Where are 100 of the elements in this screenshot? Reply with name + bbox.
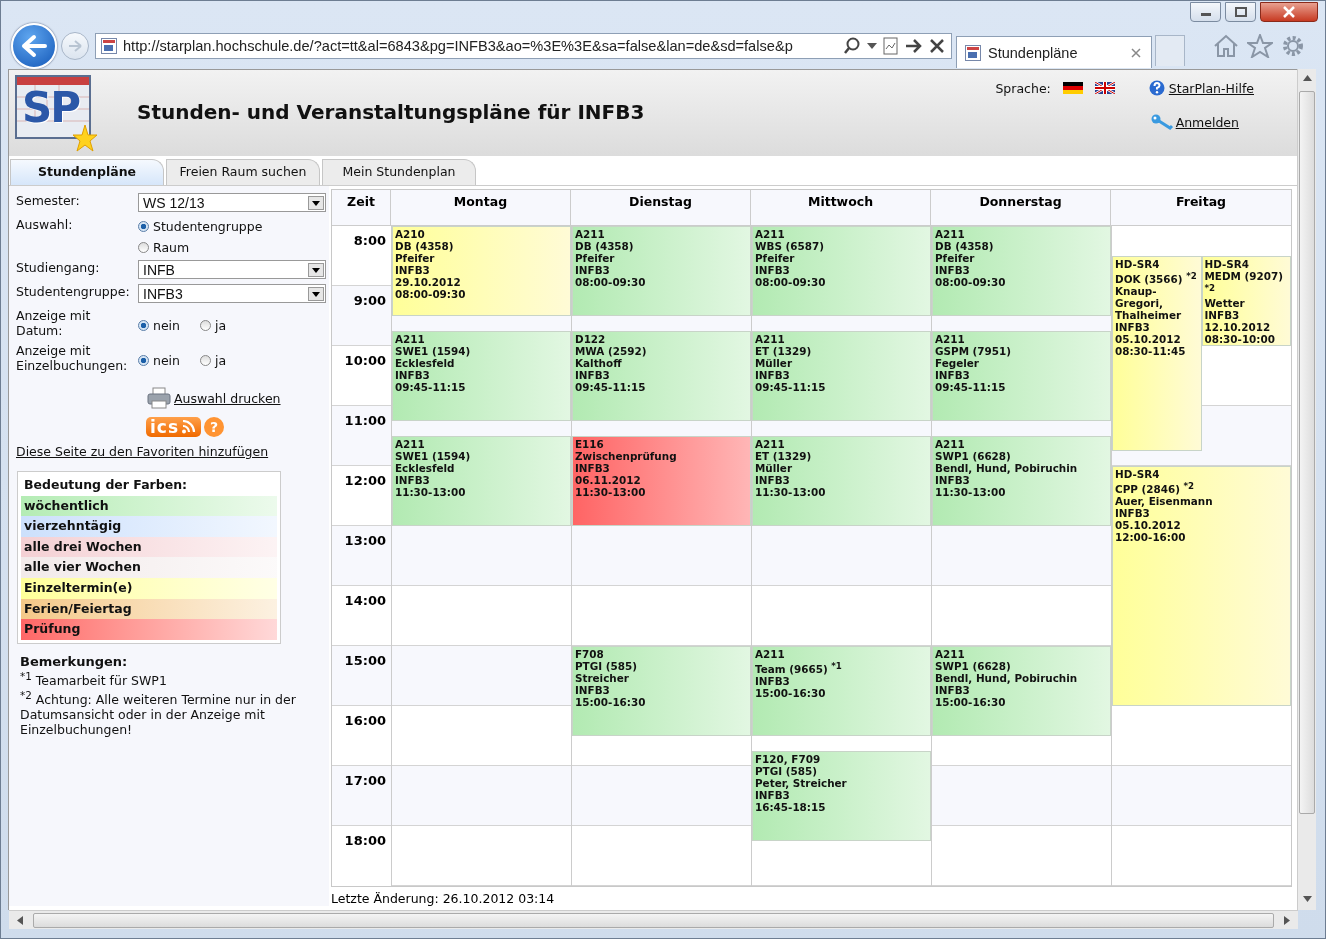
event-lecturer: Pfeifer (935, 252, 976, 264)
document-icon[interactable] (883, 37, 899, 55)
event-course: ET (1329) (755, 450, 813, 462)
event-time: 08:00-09:30 (575, 276, 647, 288)
browser-tab[interactable]: Stundenpläne (956, 36, 1152, 68)
event-course: DB (4358) (395, 240, 455, 252)
arrow-icon[interactable] (905, 38, 923, 54)
event-card[interactable]: A211 DB (4358) Pfeifer INFB3 08:00-09:30 (572, 226, 751, 316)
maximize-button[interactable] (1225, 2, 1256, 22)
event-lecturer: Wetter (1204, 297, 1246, 310)
event-time: 08:00-09:30 (395, 288, 467, 300)
event-course: ET (1329) (755, 345, 813, 357)
caret-icon[interactable] (867, 43, 877, 49)
radio-option[interactable]: Studentengruppe (138, 219, 326, 234)
legend-item: vierzehntägig (21, 516, 277, 537)
radio-option[interactable]: ja (200, 353, 227, 368)
event-time: 11:30-13:00 (575, 486, 647, 498)
tab[interactable]: Freien Raum suchen (166, 159, 320, 185)
german-flag-icon[interactable] (1062, 82, 1083, 94)
close-button[interactable] (1260, 2, 1318, 22)
event-room: HD-SR4 (1115, 468, 1161, 480)
event-card[interactable]: A211 SWP1 (6628) Bendl, Hund, Pobiruchin INFB3 15:00-16:30 (932, 646, 1111, 736)
event-lecturer: Ecklesfeld (395, 462, 456, 474)
help-link[interactable]: StarPlan-Hilfe (1168, 80, 1254, 96)
favorites-link[interactable]: Diese Seite zu den Favoriten hinzufügen (16, 444, 269, 459)
help-icon[interactable] (1148, 80, 1165, 96)
event-course: PTGI (585) (755, 765, 818, 777)
event-time: 16:45-18:15 (755, 801, 827, 813)
event-course: Team (9665) $^{*1}$ (755, 660, 843, 676)
radio-option[interactable]: nein (138, 353, 180, 368)
star-icon[interactable] (1247, 34, 1273, 58)
event-time: 11:30-13:00 (395, 486, 467, 498)
event-group: INFB3 (395, 474, 568, 486)
horizontal-scrollbar[interactable] (9, 910, 1298, 929)
time-label: 17:00 (344, 773, 386, 788)
event-lecturer: Bendl, Hund, Pobiruchin (935, 462, 1079, 474)
event-card[interactable]: A211 ET (1329) Müller INFB3 11:30-13:00 (752, 436, 931, 526)
column-header: Zeit (332, 190, 391, 225)
event-card[interactable]: A211 Team (9665) $^{*1}$ INFB3 15:00-16:30 (752, 646, 931, 736)
field-label: Anzeige mit Datum: (16, 308, 92, 338)
event-course: SWP1 (6628) (935, 660, 1012, 672)
event-date: 06.11.2012 (575, 474, 642, 486)
event-group: INFB3 (755, 474, 928, 486)
event-group: INFB3 (755, 369, 928, 381)
event-group: INFB3 (935, 264, 1108, 276)
event-card[interactable]: A211 SWE1 (1594) Ecklesfeld INFB3 09:45-11:15 (392, 331, 571, 421)
event-course: PTGI (585) (575, 660, 638, 672)
event-card[interactable]: A211 WBS (6587) Pfeifer INFB3 08:00-09:30 (752, 226, 931, 316)
time-label: 8:00 (353, 233, 386, 248)
legend-item: alle vier Wochen (21, 557, 277, 578)
dropdown[interactable]: INFB3 (138, 284, 326, 303)
print-link[interactable]: Auswahl drucken (174, 390, 281, 406)
event-card[interactable]: D122 MWA (2592) Kalthoff INFB3 09:45-11:15 (572, 331, 751, 421)
scroll-right-icon[interactable] (1284, 915, 1290, 925)
event-group: INFB3 (1115, 321, 1199, 334)
event-date: 05.10.2012 (1115, 333, 1182, 346)
event-time: 08:30-10:00 (1204, 333, 1276, 346)
dropdown[interactable]: INFB (138, 260, 326, 279)
search-icon[interactable] (843, 37, 861, 55)
event-time: 12:00-16:00 (1115, 531, 1187, 544)
event-card[interactable]: A211 SWE1 (1594) Ecklesfeld INFB3 11:30-13:00 (392, 436, 571, 526)
radio-option[interactable]: Raum (138, 240, 326, 255)
close-icon[interactable] (929, 38, 945, 54)
event-card[interactable]: A210 DB (4358) Pfeifer INFB3 29.10.2012 08:00-09:30 (392, 226, 571, 316)
radio-option[interactable]: nein (138, 318, 180, 333)
tab[interactable]: Mein Stundenplan (322, 159, 476, 185)
scroll-left-icon[interactable] (17, 915, 23, 925)
legend-item: wöchentlich (21, 495, 277, 517)
event-room: D122 (575, 333, 607, 345)
field-label: Anzeige mit Einzelbuchungen: (16, 343, 129, 373)
radio-option[interactable]: ja (200, 318, 227, 333)
event-card[interactable]: E116 Zwischenprüfung INFB3 06.11.2012 11:30-13:00 (572, 436, 751, 526)
event-card[interactable]: A211 GSPM (7951) Fegeler INFB3 09:45-11:15 (932, 331, 1111, 421)
event-card[interactable]: F120, F709 PTGI (585) Peter, Streicher INFB3 16:45-18:15 (752, 751, 931, 841)
event-card[interactable]: A211 ET (1329) Müller INFB3 09:45-11:15 (752, 331, 931, 421)
address-bar[interactable]: http://starplan.hochschule.de/?act=tt&al=6843&pg=INFB3&ao=%3E%3E&sa=false&lan=de&sd=false&p (95, 33, 952, 59)
scroll-up-icon[interactable] (1302, 75, 1312, 81)
scroll-down-icon[interactable] (1302, 896, 1312, 902)
printer-icon[interactable] (147, 387, 171, 409)
tab[interactable]: Stundenpläne (10, 159, 164, 185)
event-time: 09:45-11:15 (395, 381, 467, 393)
dropdown[interactable]: WS 12/13 (138, 193, 326, 212)
login-link[interactable]: Anmelden (1175, 114, 1239, 130)
event-card[interactable]: F708 PTGI (585) Streicher INFB3 15:00-16:30 (572, 646, 751, 736)
back-button[interactable] (11, 23, 57, 69)
event-room: A211 (755, 333, 786, 345)
event-card[interactable]: A211 DB (4358) Pfeifer INFB3 08:00-09:30 (932, 226, 1111, 316)
event-card[interactable]: HD-SR4 CPP (2846) $^{*2}$ Auer, Eisenmann INFB3 05.10.2012 12:00-16:00 (1112, 466, 1291, 706)
british-flag-icon[interactable] (1094, 82, 1115, 94)
vertical-scrollbar[interactable] (1297, 69, 1316, 910)
event-card[interactable]: A211 SWP1 (6628) Bendl, Hund, Pobiruchin INFB3 11:30-13:00 (932, 436, 1111, 526)
page-icon (965, 44, 981, 61)
event-group: INFB3 (755, 675, 928, 688)
event-course: GSPM (7951) (935, 345, 1012, 357)
event-group: INFB3 (575, 369, 748, 381)
event-room: A211 (935, 228, 966, 240)
event-room: A210 (395, 228, 426, 240)
event-card[interactable]: HD-SR4 DOK (3566) $^{*2}$ Knaup-Gregori, Thalheimer INFB3 05.10.2012 08:30-11:45 (1112, 256, 1202, 451)
time-label: 11:00 (344, 413, 386, 428)
minimize-button[interactable] (1190, 2, 1221, 22)
